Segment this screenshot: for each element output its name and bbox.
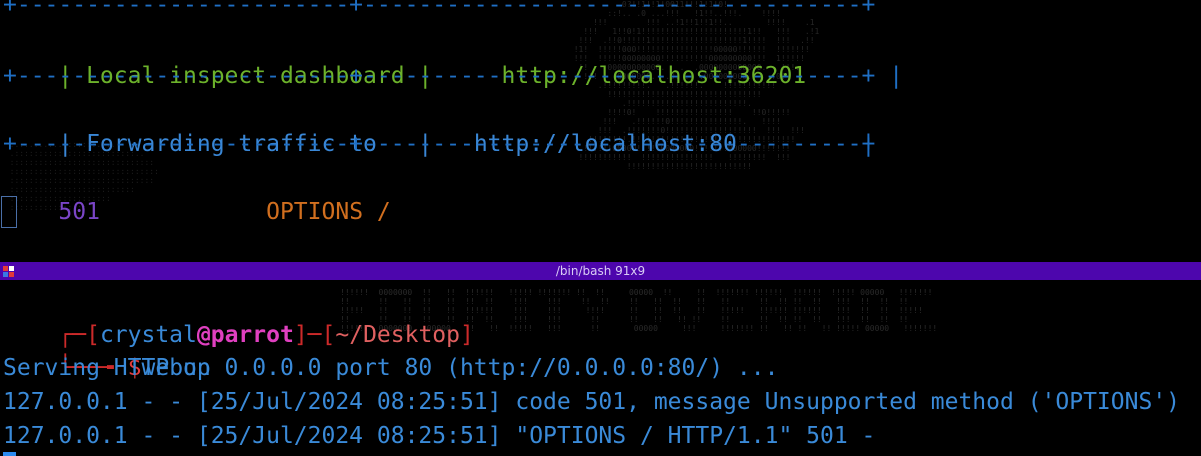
output-line: 127.0.0.1 - - [25/Jul/2024 08:25:51] cod… <box>3 389 1181 415</box>
output-line: Serving HTTP on 0.0.0.0 port 80 (http://… <box>3 355 779 381</box>
prompt-host: parrot <box>210 322 294 348</box>
request-method: OPTIONS / <box>266 199 391 225</box>
bottom-terminal-pane[interactable]: !!!!!! 0000000 !! !! !!!!!! !!!!! !!!!!!… <box>0 280 1201 456</box>
output-line: 127.0.0.1 - - [25/Jul/2024 08:25:51] "OP… <box>3 423 876 449</box>
prompt-sep: ]─[ <box>293 322 336 348</box>
request-log-row: 501 OPTIONS / <box>3 161 391 262</box>
row-end-border: | <box>889 63 904 89</box>
terminal-input-cursor <box>3 452 16 456</box>
top-terminal-pane[interactable]: 0?!!1!!1!0011!!!1!1!0! ::!.. .0 ...!!! !… <box>0 0 1201 262</box>
table-border-bottom: +------------------------+--------------… <box>3 131 876 157</box>
table-border-mid: +------------------------+--------------… <box>3 63 876 89</box>
table-border-top: +------------------------+--------------… <box>3 0 876 18</box>
pane-title-bar[interactable]: /bin/bash 91x9 <box>0 262 1201 280</box>
pane-title: /bin/bash 91x9 <box>555 264 646 278</box>
prompt-path: ~/Desktop <box>335 322 460 348</box>
request-status-code: 501 <box>58 199 100 225</box>
prompt-close: ] <box>460 322 474 348</box>
terminal-cursor <box>1 196 17 228</box>
